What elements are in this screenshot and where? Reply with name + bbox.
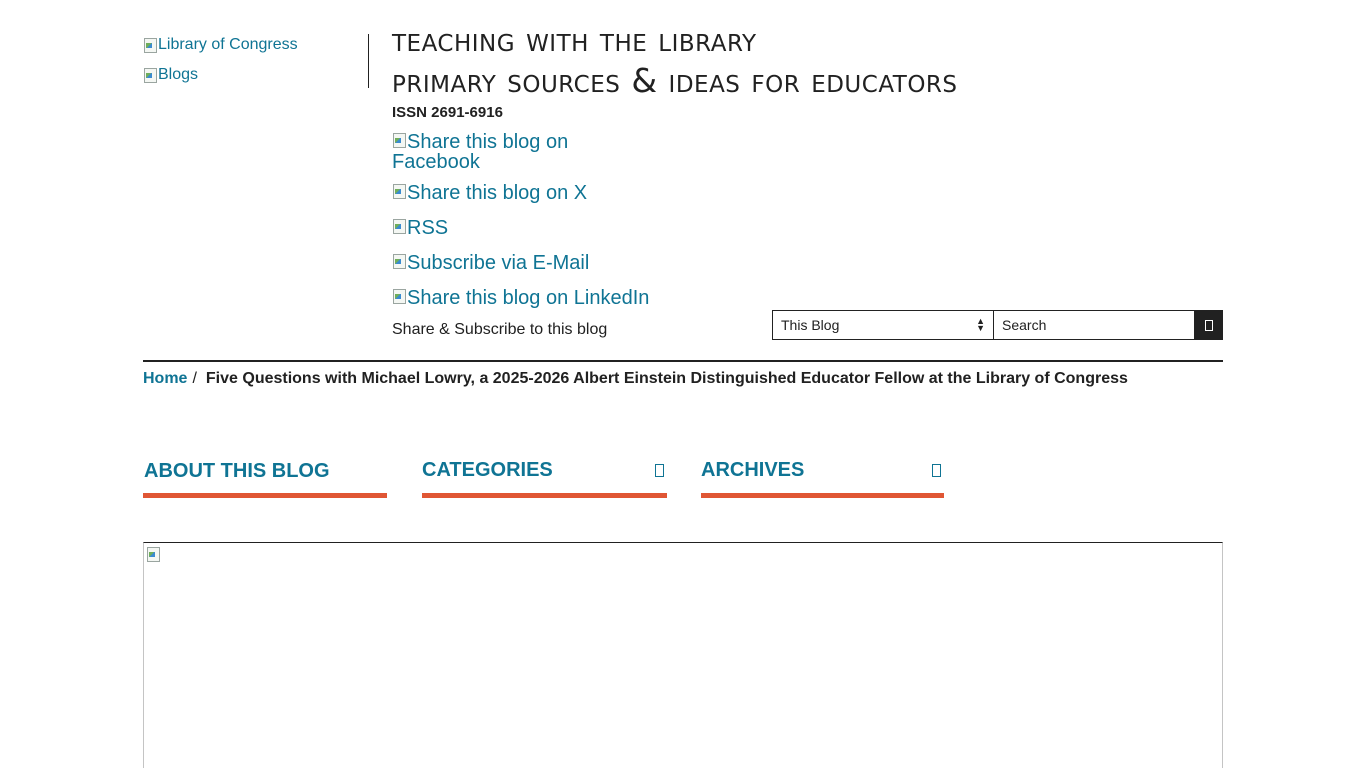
logo-alt-text: Library of Congress	[158, 36, 298, 53]
blog-subtitle: Primary Sources & Ideas for Educators	[392, 61, 958, 100]
breadcrumb-home-link[interactable]: Home	[143, 370, 187, 388]
header-rule	[143, 360, 1223, 362]
share-x-link[interactable]: Share this blog on X	[392, 183, 587, 203]
subscribe-email-link[interactable]: Subscribe via E-Mail	[392, 253, 589, 273]
share-linkedin-text: Share this blog on LinkedIn	[407, 287, 650, 309]
share-facebook-text-2: Facebook	[392, 151, 480, 173]
search-bar: This Blog ▲ ▼	[772, 310, 1223, 340]
broken-image-icon	[143, 37, 157, 53]
broken-image-icon	[146, 546, 160, 562]
share-facebook-text: Share this blog on	[407, 131, 569, 153]
breadcrumb-current: Five Questions with Michael Lowry, a 202…	[205, 370, 1128, 387]
broken-image-icon	[392, 183, 406, 199]
search-input[interactable]	[993, 310, 1195, 340]
share-linkedin-link[interactable]: Share this blog on LinkedIn	[392, 288, 649, 308]
blogs-logo-link[interactable]: Blogs	[143, 66, 198, 84]
tab-archives-label: ARCHIVES	[701, 459, 805, 481]
share-caption: Share & Subscribe to this blog	[392, 321, 608, 338]
rss-text: RSS	[407, 217, 449, 239]
chevron-down-icon	[932, 464, 941, 482]
tab-categories-label: CATEGORIES	[422, 459, 553, 481]
chevron-down-icon	[655, 464, 664, 482]
broken-image-icon	[392, 218, 406, 234]
library-of-congress-logo-link[interactable]: Library of Congress	[143, 36, 298, 54]
header-divider	[368, 34, 369, 88]
tab-categories[interactable]: CATEGORIES	[422, 458, 667, 498]
broken-image-icon	[392, 132, 406, 148]
subscribe-email-text: Subscribe via E-Mail	[407, 252, 590, 274]
tab-archives[interactable]: ARCHIVES	[701, 458, 944, 498]
blogs-alt-text: Blogs	[158, 66, 199, 83]
share-facebook-link[interactable]: Share this blog on Facebook	[392, 132, 568, 172]
breadcrumb: Home / Five Questions with Michael Lowry…	[143, 370, 1128, 388]
search-icon	[1205, 319, 1213, 331]
broken-image-icon	[143, 67, 157, 83]
blog-title-text: Teaching with the Library	[392, 20, 757, 59]
tab-about-label: ABOUT THIS BLOG	[144, 460, 330, 482]
blog-subtitle-text: Primary Sources & Ideas for Educators	[392, 61, 958, 100]
blog-title[interactable]: Teaching with the Library	[392, 20, 757, 59]
issn-label: ISSN 2691-6916	[392, 104, 503, 121]
rss-link[interactable]: RSS	[392, 218, 448, 238]
post-featured-image	[143, 542, 1223, 768]
search-scope-select[interactable]: This Blog ▲ ▼	[772, 310, 993, 340]
breadcrumb-separator: /	[192, 370, 197, 387]
share-x-text: Share this blog on X	[407, 182, 588, 204]
broken-image-icon	[392, 253, 406, 269]
search-button[interactable]	[1195, 310, 1223, 340]
tab-about-this-blog[interactable]: ABOUT THIS BLOG	[143, 458, 387, 498]
select-arrows-icon: ▲ ▼	[976, 316, 985, 333]
broken-image-icon	[392, 288, 406, 304]
search-scope-value: This Blog	[781, 317, 840, 333]
page: Library of Congress Blogs Teaching with …	[0, 0, 1366, 768]
